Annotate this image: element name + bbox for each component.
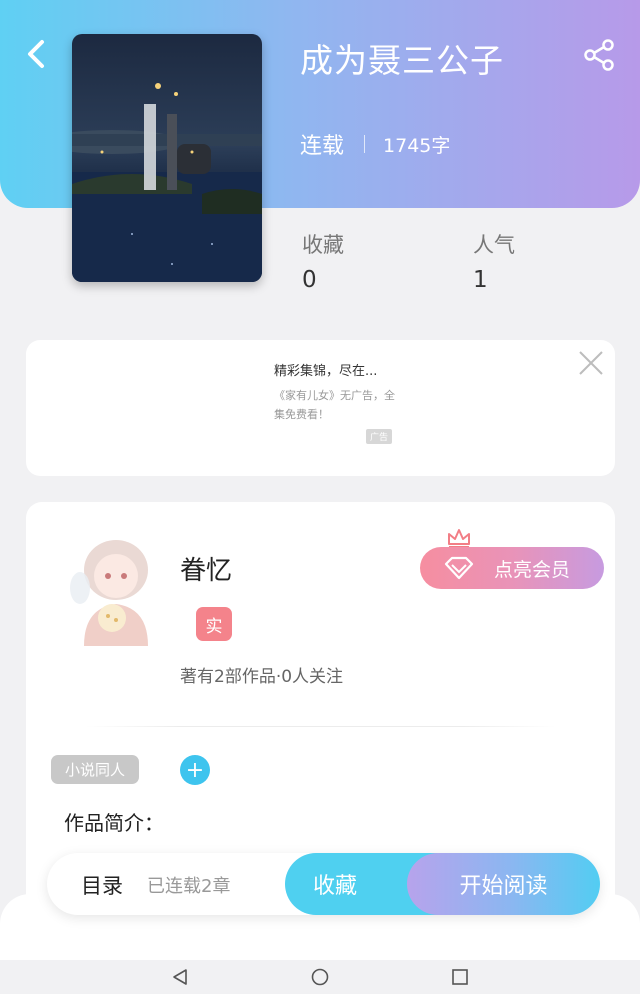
avatar-illustration: [54, 530, 166, 646]
divider: [86, 726, 556, 727]
ad-card[interactable]: 精彩集锦，尽在... 《家有儿女》无广告，全集免费看！ 广告: [26, 340, 615, 476]
genre-tag[interactable]: 小说同人: [51, 755, 140, 784]
chevron-left-icon: [28, 40, 44, 68]
word-count: 1745字: [383, 134, 451, 157]
close-icon: [579, 351, 603, 375]
real-name-tag: 实: [196, 607, 232, 641]
author-name[interactable]: 眷忆: [180, 550, 232, 587]
favorites-value: 0: [302, 267, 317, 293]
vip-label: 点亮会员: [494, 558, 571, 581]
back-button[interactable]: [18, 34, 54, 74]
plus-icon: +: [185, 757, 205, 783]
share-button[interactable]: [578, 34, 620, 76]
ad-badge: 广告: [366, 429, 393, 444]
toc-button[interactable]: 目录: [81, 870, 123, 900]
serial-status: 连载: [300, 134, 345, 159]
author-avatar[interactable]: [54, 530, 166, 646]
nav-recent-button[interactable]: [449, 967, 471, 987]
action-bar: 目录 已连载2章 收藏 开始阅读: [47, 853, 600, 915]
status-row: 连载 1745字: [300, 128, 450, 160]
add-tag-button[interactable]: +: [180, 755, 210, 785]
square-recent-icon: [452, 969, 468, 985]
ad-title: 精彩集锦，尽在...: [274, 364, 378, 379]
nav-home-button[interactable]: [309, 967, 331, 987]
popularity-value: 1: [473, 267, 488, 293]
triangle-back-icon: [173, 969, 187, 985]
nav-back-button[interactable]: [169, 967, 191, 987]
favorites-label: 收藏: [302, 233, 344, 257]
cover-artwork: [72, 34, 262, 282]
status-separator: [364, 135, 366, 153]
start-reading-button[interactable]: 开始阅读: [407, 853, 600, 915]
crown-icon: [448, 529, 470, 548]
intro-title: 作品简介：: [64, 811, 164, 835]
vip-button[interactable]: 点亮会员: [420, 547, 604, 589]
book-cover[interactable]: [72, 34, 262, 282]
ad-description: 《家有儿女》无广告，全集免费看！: [274, 389, 395, 421]
circle-home-icon: [311, 968, 329, 986]
works-info: 著有2部作品·0人关注: [180, 667, 344, 687]
favorite-label: 收藏: [313, 874, 358, 899]
book-title: 成为聂三公子: [300, 41, 504, 80]
share-icon: [584, 39, 614, 71]
chapters-count: 已连载2章: [147, 876, 231, 897]
ad-close-button[interactable]: [574, 346, 608, 380]
start-reading-label: 开始阅读: [459, 874, 548, 899]
diamond-icon: [444, 556, 474, 580]
popularity-label: 人气: [473, 233, 515, 257]
system-nav-bar: [0, 960, 640, 994]
